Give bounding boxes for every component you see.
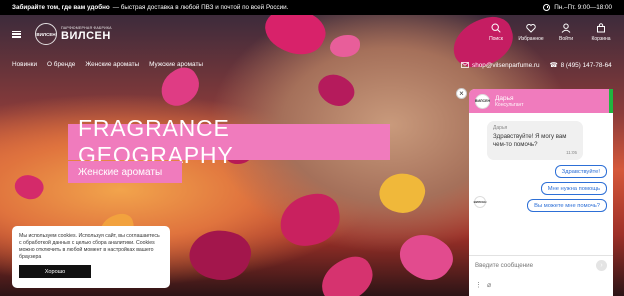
login-button[interactable]: Войти: [555, 23, 577, 42]
petal-decoration: [392, 224, 460, 290]
quick-reply-can-you-help[interactable]: Вы можете мне помочь?: [527, 199, 607, 212]
agent-message: Дарья Здравствуйте! Я могу вам чем-то по…: [487, 121, 583, 160]
message-text: Здравствуйте! Я могу вам чем-то помочь?: [493, 133, 567, 148]
favorites-label: Избранное: [518, 36, 544, 42]
more-options-icon[interactable]: ⋮: [475, 281, 482, 289]
header-actions: Поиск Избранное Войти Корзина: [485, 23, 612, 42]
search-icon: [491, 23, 501, 33]
attach-icon[interactable]: ⌀: [487, 281, 491, 289]
clock-icon: [543, 4, 551, 11]
chat-widget: ВИЛСЕН Дарья Консультант ВИЛСЕН Дарья Зд…: [469, 89, 613, 296]
nav-item-women[interactable]: Женские ароматы: [85, 61, 139, 68]
search-label: Поиск: [489, 36, 503, 42]
chat-messages: ВИЛСЕН Дарья Здравствуйте! Я могу вам че…: [469, 113, 613, 263]
search-button[interactable]: Поиск: [485, 23, 507, 42]
petal-decoration: [10, 169, 48, 205]
hero-subtitle-banner[interactable]: Женские ароматы: [68, 161, 182, 183]
email-text: shop@vilsenparfume.ru: [472, 61, 540, 69]
cart-label: Корзина: [591, 36, 611, 42]
message-avatar: ВИЛСЕН: [474, 196, 486, 208]
phone-icon: ☎: [549, 62, 558, 69]
hours-text: Пн.–Пт. 9:00—18:00: [554, 4, 612, 11]
notice-lead: Забирайте том, где вам удобно: [12, 4, 110, 11]
chat-tools: ⋮ ⌀: [475, 281, 491, 289]
hero-title-banner: FRAGRANCE GEOGRAPHY: [68, 115, 390, 168]
logo-emblem: ВИЛСЕН: [35, 23, 57, 45]
user-icon: [561, 23, 571, 33]
mail-icon: [461, 62, 469, 68]
notice-text: — быстрая доставка в любой ПВЗ и почтой …: [112, 4, 289, 11]
petal-decoration: [154, 62, 206, 112]
email-link[interactable]: shop@vilsenparfume.ru: [461, 62, 540, 69]
site-header: ВИЛСЕН ПАРФЮМЕРНАЯ ФАБРИКА ВИЛСЕН Поиск …: [0, 15, 624, 53]
message-time: 11:05: [566, 150, 577, 155]
site-logo[interactable]: ВИЛСЕН ПАРФЮМЕРНАЯ ФАБРИКА ВИЛСЕН: [35, 23, 112, 45]
quick-reply-need-help[interactable]: Мне нужна помощь: [540, 182, 607, 195]
avatar: ВИЛСЕН: [475, 93, 490, 109]
hero-subtitle: Женские ароматы: [78, 166, 163, 178]
phone-text: 8 (495) 147-78-64: [560, 61, 612, 69]
agent-role: Консультант: [495, 101, 524, 108]
cookie-accept-button[interactable]: Хорошо: [19, 265, 91, 278]
chat-message-input[interactable]: [475, 262, 585, 269]
working-hours: Пн.–Пт. 9:00—18:00: [543, 4, 612, 11]
logo-subtitle: ПАРФЮМЕРНАЯ ФАБРИКА: [61, 26, 112, 30]
petal-decoration: [312, 66, 360, 114]
chat-input-row: ›: [469, 255, 613, 275]
chat-header: ВИЛСЕН Дарья Консультант: [469, 89, 613, 113]
nav-item-about[interactable]: О бренде: [47, 61, 75, 68]
menu-icon[interactable]: [12, 30, 21, 38]
nav-item-new[interactable]: Новинки: [12, 61, 37, 68]
petal-decoration: [184, 223, 256, 287]
main-nav: Новинки О бренде Женские ароматы Мужские…: [12, 61, 203, 68]
heart-icon: [526, 24, 536, 33]
message-author: Дарья: [493, 125, 508, 131]
cart-button[interactable]: Корзина: [590, 23, 612, 42]
quick-reply-hello[interactable]: Здравствуйте!: [554, 165, 607, 178]
phone-link[interactable]: ☎ 8 (495) 147-78-64: [549, 61, 612, 70]
favorites-button[interactable]: Избранное: [518, 23, 544, 42]
cookie-text: Мы используем cookies. Используя сайт, в…: [19, 233, 160, 260]
petal-decoration: [314, 250, 380, 296]
cookie-notice: Мы используем cookies. Используя сайт, в…: [12, 226, 170, 288]
send-icon[interactable]: ›: [596, 260, 607, 271]
quick-replies: Здравствуйте! Мне нужна помощь Вы можете…: [475, 165, 607, 212]
login-label: Войти: [559, 36, 573, 42]
cart-icon: [597, 23, 605, 33]
contacts: shop@vilsenparfume.ru ☎ 8 (495) 147-78-6…: [461, 61, 612, 69]
close-icon[interactable]: ×: [456, 88, 467, 99]
logo-name: ВИЛСЕН: [61, 30, 111, 42]
petal-decoration: [276, 190, 344, 250]
nav-item-men[interactable]: Мужские ароматы: [149, 61, 203, 68]
delivery-notice-bar: Забирайте том, где вам удобно — быстрая …: [0, 0, 624, 15]
petal-decoration: [374, 166, 430, 220]
agent-name: Дарья: [495, 94, 514, 102]
